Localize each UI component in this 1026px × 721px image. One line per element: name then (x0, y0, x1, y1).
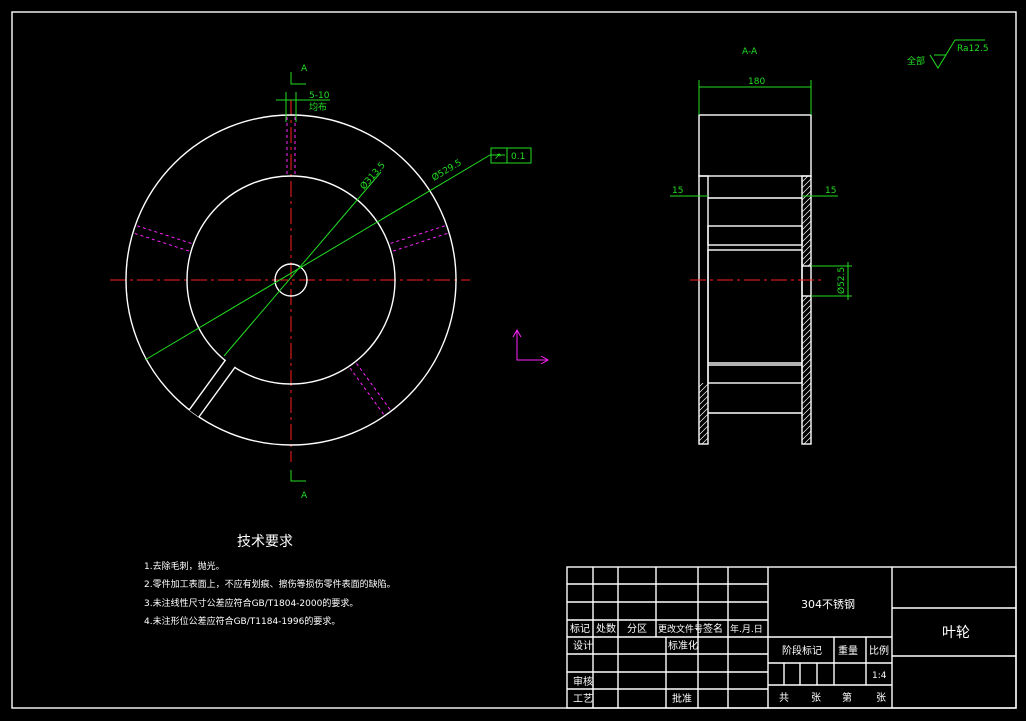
slot-dim-note: 均布 (309, 101, 327, 113)
tb-design: 设计 (573, 639, 593, 652)
tb-standardization: 标准化 (668, 639, 698, 652)
engineering-drawing: 5-10 均布 Ø529.5 Ø313.5 ↗ 0.1 A A A-A 180 … (11, 11, 1017, 709)
section-mark-bottom: A (290, 470, 308, 501)
surface-finish-symbol: 全部 Ra12.5 (907, 39, 989, 69)
tb-header: 分区 (627, 623, 647, 635)
tb-sheets: 张 (876, 692, 886, 704)
tb-stage-mark: 阶段标记 (782, 644, 822, 657)
front-view: 5-10 均布 Ø529.5 Ø313.5 ↗ 0.1 A A (110, 64, 532, 501)
tb-header: 处数 (596, 622, 616, 635)
tolerance-symbol: ↗ (494, 152, 502, 162)
inner-rail (707, 364, 803, 384)
tech-item: 3.未注线性尺寸公差应符合GB/T1804-2000的要求。 (144, 597, 358, 609)
section-hatch-top (698, 114, 812, 177)
section-letter-top: A (301, 64, 308, 74)
tb-sheets: 第 (842, 691, 852, 704)
hidden-slot (349, 362, 391, 415)
tb-review: 审核 (573, 675, 593, 688)
tb-weight: 重量 (838, 644, 858, 657)
tb-part-name: 叶轮 (942, 625, 970, 641)
tb-header: 标记 (570, 623, 590, 635)
wall-dimension-left: 15 (670, 186, 708, 197)
bore-dimension: Ø52.5 (811, 262, 852, 300)
tolerance-value: 0.1 (511, 152, 525, 162)
tb-header: 年.月.日 (730, 623, 763, 635)
tb-scale-label: 比例 (869, 644, 889, 657)
tb-material: 304不锈钢 (801, 598, 855, 611)
surface-finish-value: Ra12.5 (957, 44, 989, 54)
section-letter-bottom: A (301, 491, 308, 501)
outer-dia-text: Ø529.5 (430, 157, 464, 183)
inner-dia-dimension: Ø313.5 (223, 160, 388, 357)
section-mark-top: A (290, 64, 308, 85)
tb-scale-value: 1:4 (872, 671, 887, 681)
tolerance-frame: ↗ 0.1 (490, 147, 532, 164)
tech-title: 技术要求 (237, 534, 293, 550)
bore-text: Ø52.5 (836, 267, 847, 294)
tech-requirements: 技术要求 1.去除毛刺，抛光。 2.零件加工表面上，不应有划痕、擦伤等损伤零件表… (144, 534, 396, 627)
hub (707, 249, 803, 364)
inner-dia-text: Ø313.5 (358, 160, 388, 192)
width-text: 180 (748, 77, 765, 87)
tb-process: 工艺 (573, 693, 593, 705)
tech-item: 1.去除毛刺，抛光。 (144, 560, 225, 572)
tb-header: 更改文件号 (658, 623, 703, 635)
surface-finish-prefix: 全部 (907, 55, 925, 67)
tb-sheets: 共 (779, 692, 789, 704)
width-dimension: 180 (698, 77, 812, 115)
section-label: A-A (742, 47, 758, 57)
title-block: 标记 处数 分区 更改文件号 签名 年.月.日 设计 标准化 审核 工艺 批准 … (566, 566, 1017, 709)
hidden-slot (134, 225, 193, 252)
hidden-slot (389, 225, 448, 252)
visible-slot (188, 359, 236, 418)
tb-header: 签名 (703, 622, 723, 635)
wall-left-text: 15 (672, 186, 683, 196)
section-view: A-A 180 15 15 Ø52.5 (670, 47, 852, 445)
ucs-icon (512, 328, 550, 365)
slot-dim-text: 5-10 (309, 91, 330, 101)
wall-right-text: 15 (825, 186, 836, 196)
tech-item: 2.零件加工表面上，不应有划痕、擦伤等损伤零件表面的缺陷。 (144, 578, 396, 590)
tech-item: 4.未注形位公差应符合GB/T1184-1996的要求。 (144, 615, 340, 627)
inner-rail (707, 225, 803, 246)
tb-sheets: 张 (811, 692, 821, 704)
tb-approve: 批准 (672, 692, 692, 705)
